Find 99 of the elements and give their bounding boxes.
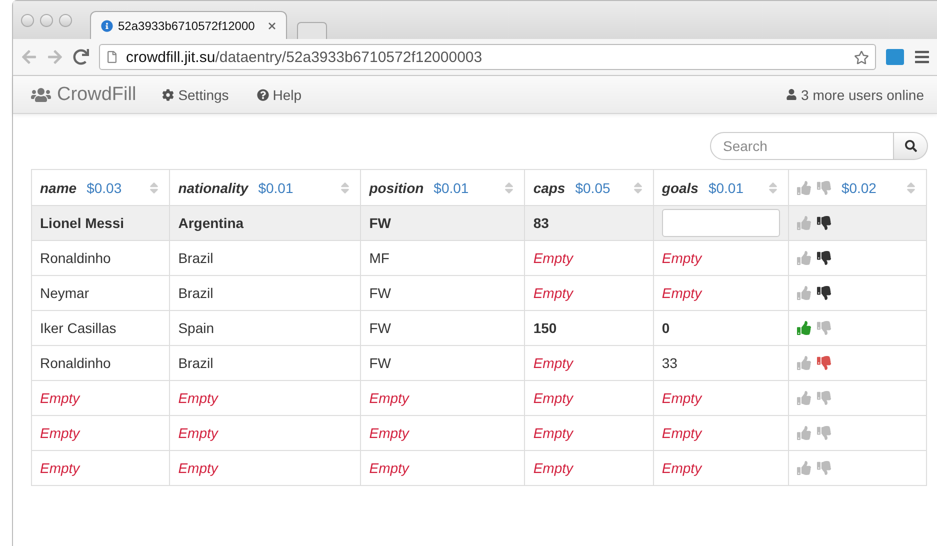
search-button[interactable] <box>894 132 928 160</box>
close-icon[interactable] <box>268 22 276 30</box>
table-cell[interactable]: 33 <box>662 355 678 371</box>
address-bar[interactable]: crowdfill.jit.su/dataentry/52a3933b6710572f12000003 <box>99 44 876 70</box>
table-cell[interactable]: 150 <box>533 320 557 336</box>
table-cell[interactable]: Empty <box>40 425 80 441</box>
table-cell[interactable]: MF <box>369 250 390 266</box>
table-row[interactable]: Empty Empty Empty Empty Empty <box>32 416 926 450</box>
thumbs-up-icon[interactable] <box>797 251 812 265</box>
table-cell[interactable]: FW <box>369 355 391 371</box>
reload-icon[interactable] <box>73 49 89 65</box>
table-cell[interactable]: Empty <box>369 425 409 441</box>
table-row[interactable]: Neymar Brazil FW Empty Empty <box>32 276 926 310</box>
table-cell[interactable]: Empty <box>533 425 573 441</box>
table-cell[interactable]: Empty <box>369 390 409 406</box>
window-control-button[interactable] <box>40 14 53 26</box>
table-row[interactable]: Ronaldinho Brazil FW Empty 33 <box>32 346 926 380</box>
cell-input[interactable] <box>662 209 780 237</box>
thumbs-down-icon[interactable] <box>817 461 832 475</box>
thumbs-down-icon[interactable] <box>817 286 832 300</box>
table-row[interactable]: Empty Empty Empty Empty Empty <box>32 450 926 486</box>
brand-link[interactable]: CrowdFill <box>31 84 136 106</box>
table-cell[interactable]: Neymar <box>40 285 90 301</box>
forward-icon[interactable] <box>47 49 63 65</box>
table-cell[interactable]: Empty <box>178 460 218 476</box>
table-cell[interactable]: Empty <box>662 425 702 441</box>
column-price: $0.02 <box>841 180 876 196</box>
browser-tab[interactable]: 52a3933b6710572f12000 <box>90 11 287 39</box>
thumbs-up-icon[interactable] <box>797 426 812 440</box>
info-icon <box>101 20 113 32</box>
thumbs-down-icon[interactable] <box>817 251 832 265</box>
back-icon[interactable] <box>21 49 37 65</box>
extension-icon[interactable] <box>886 49 904 65</box>
thumbs-up-icon[interactable] <box>797 356 812 370</box>
table-cell[interactable]: FW <box>369 215 391 231</box>
column-name: position <box>369 180 424 196</box>
window-control-button[interactable] <box>21 14 34 26</box>
table-cell[interactable]: FW <box>369 285 391 301</box>
column-price: $0.01 <box>434 180 469 196</box>
table-cell[interactable]: Empty <box>662 390 702 406</box>
help-icon <box>256 88 269 100</box>
table-cell[interactable]: Empty <box>40 390 80 406</box>
table-cell[interactable]: Spain <box>178 320 214 336</box>
table-cell[interactable]: Empty <box>533 355 573 371</box>
table-cell[interactable]: 83 <box>533 215 549 231</box>
thumbs-up-icon[interactable] <box>797 286 812 300</box>
thumbs-up-icon[interactable] <box>797 461 812 475</box>
table-cell[interactable]: Empty <box>662 250 702 266</box>
table-cell[interactable]: Empty <box>369 460 409 476</box>
thumbs-up-icon[interactable] <box>797 216 812 230</box>
table-cell[interactable]: FW <box>369 320 391 336</box>
column-name: name <box>40 180 77 196</box>
thumbs-down-icon[interactable] <box>817 321 832 335</box>
column-price: $0.01 <box>258 180 294 196</box>
column-name: caps <box>533 180 566 196</box>
table-cell[interactable]: Empty <box>533 390 573 406</box>
user-icon <box>786 89 798 100</box>
search-icon <box>904 140 916 152</box>
table-cell[interactable]: Empty <box>533 250 573 266</box>
table-cell[interactable]: Brazil <box>178 285 214 301</box>
new-tab-button[interactable] <box>297 22 327 39</box>
thumbs-down-icon[interactable] <box>817 216 832 230</box>
table-cell[interactable]: Argentina <box>178 215 244 231</box>
users-online: 3 more users online <box>801 86 924 102</box>
column-name: nationality <box>178 180 248 196</box>
thumbs-up-icon <box>797 180 812 194</box>
table-row[interactable]: Empty Empty Empty Empty Empty <box>32 380 926 416</box>
column-price: $0.01 <box>708 180 744 196</box>
column-price: $0.03 <box>86 180 122 196</box>
table-cell[interactable]: 0 <box>662 320 670 336</box>
sort-icon[interactable] <box>904 180 918 194</box>
table-row[interactable]: Ronaldinho Brazil MF Empty Empty <box>32 240 926 276</box>
table-cell[interactable]: Brazil <box>178 355 214 371</box>
settings-icon <box>162 88 174 100</box>
table-row[interactable]: Iker Casillas Spain FW 150 0 <box>32 310 926 346</box>
table-cell[interactable]: Empty <box>178 390 218 406</box>
table-cell[interactable]: Empty <box>178 425 218 441</box>
search-field[interactable]: Search <box>710 132 894 160</box>
thumbs-down-icon[interactable] <box>817 356 832 370</box>
column-name: goals <box>662 180 698 196</box>
table-cell[interactable]: Empty <box>533 285 573 301</box>
menu-icon[interactable] <box>914 49 930 65</box>
thumbs-up-icon[interactable] <box>797 321 812 335</box>
star-icon[interactable] <box>854 50 869 64</box>
page-icon <box>106 51 118 63</box>
thumbs-up-icon[interactable] <box>797 391 812 405</box>
thumbs-down-icon <box>817 180 832 194</box>
window-control-button[interactable] <box>59 14 72 26</box>
table-row[interactable]: Lionel Messi Argentina FW 83 <box>32 206 926 240</box>
table-cell[interactable]: Empty <box>533 460 573 476</box>
thumbs-down-icon[interactable] <box>817 426 832 440</box>
table-cell[interactable]: Empty <box>662 285 702 301</box>
thumbs-down-icon[interactable] <box>817 391 832 405</box>
table-cell[interactable]: Brazil <box>178 250 214 266</box>
column-price: $0.05 <box>575 180 610 196</box>
table-cell[interactable]: Empty <box>662 460 702 476</box>
nav-link[interactable]: Help <box>256 86 302 102</box>
nav-link[interactable]: Settings <box>162 86 229 102</box>
table-cell[interactable]: Empty <box>40 460 80 476</box>
